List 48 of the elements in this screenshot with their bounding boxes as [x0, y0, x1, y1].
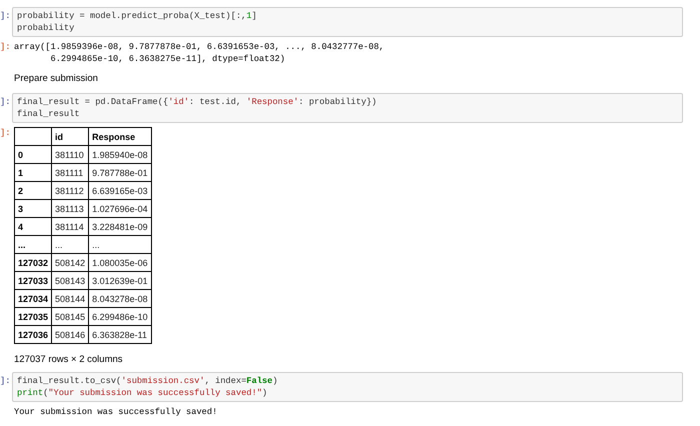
row-index: ... [14, 236, 52, 254]
row-index: 0 [14, 146, 52, 164]
table-cell: 6.363828e-11 [88, 326, 152, 344]
row-index: 1 [14, 164, 52, 182]
input-prompt: ]: [0, 96, 10, 108]
table-cell: 508144 [52, 290, 89, 308]
output-prompt: ]: [0, 127, 10, 139]
table-cell: 381110 [52, 146, 89, 164]
table-cell: 508146 [52, 326, 89, 344]
table-cell: 508143 [52, 272, 89, 290]
output-prompt: ]: [0, 41, 10, 53]
table-cell: 9.787788e-01 [88, 164, 152, 182]
markdown-text: Prepare submission [14, 73, 98, 85]
row-index: 127033 [14, 272, 52, 290]
input-prompt: ]: [0, 10, 10, 22]
table-cell: 381113 [52, 200, 89, 218]
table-cell: 381112 [52, 182, 89, 200]
table-cell: 6.299486e-10 [88, 308, 152, 326]
input-prompt: ]: [0, 375, 10, 387]
table-cell: 381111 [52, 164, 89, 182]
table-cell: 508142 [52, 254, 89, 272]
table-cell: 1.080035e-06 [88, 254, 152, 272]
table-cell: ... [88, 236, 152, 254]
table-cell: 3.228481e-09 [88, 218, 152, 236]
table-cell: 381114 [52, 218, 89, 236]
row-index: 127032 [14, 254, 52, 272]
table-cell: ... [52, 236, 89, 254]
row-index: 127034 [14, 290, 52, 308]
code-input[interactable]: final_result.to_csv('submission.csv', index=False) print("Your submission was successfully saved!") [12, 372, 683, 402]
row-index: 3 [14, 200, 52, 218]
table-cell: 1.027696e-04 [88, 200, 152, 218]
table-cell: 8.043278e-08 [88, 290, 152, 308]
row-index: 4 [14, 218, 52, 236]
row-index: 2 [14, 182, 52, 200]
column-header: Response [88, 128, 152, 146]
output-text: Your submission was successfully saved! [13, 406, 218, 418]
code-input[interactable]: probability = model.predict_proba(X_test)[:,1] probability [12, 7, 683, 37]
header-cell [14, 128, 52, 146]
row-index: 127035 [14, 308, 52, 326]
table-cell: 508145 [52, 308, 89, 326]
column-header: id [52, 128, 89, 146]
code-input[interactable]: final_result = pd.DataFrame({'id': test.id, 'Response': probability}) final_result [12, 93, 683, 123]
table-cell: 3.012639e-01 [88, 272, 152, 290]
table-cell: 1.985940e-08 [88, 146, 152, 164]
table-caption: 127037 rows × 2 columns [14, 354, 124, 365]
table-cell: 6.639165e-03 [88, 182, 152, 200]
output-text: array([1.9859396e-08, 9.7877878e-01, 6.6391653e-03, ..., 8.0432777e-08, 6.2994865e-10, 6.3638275e-11], dtype=float32) [13, 41, 384, 65]
row-index: 127036 [14, 326, 52, 344]
